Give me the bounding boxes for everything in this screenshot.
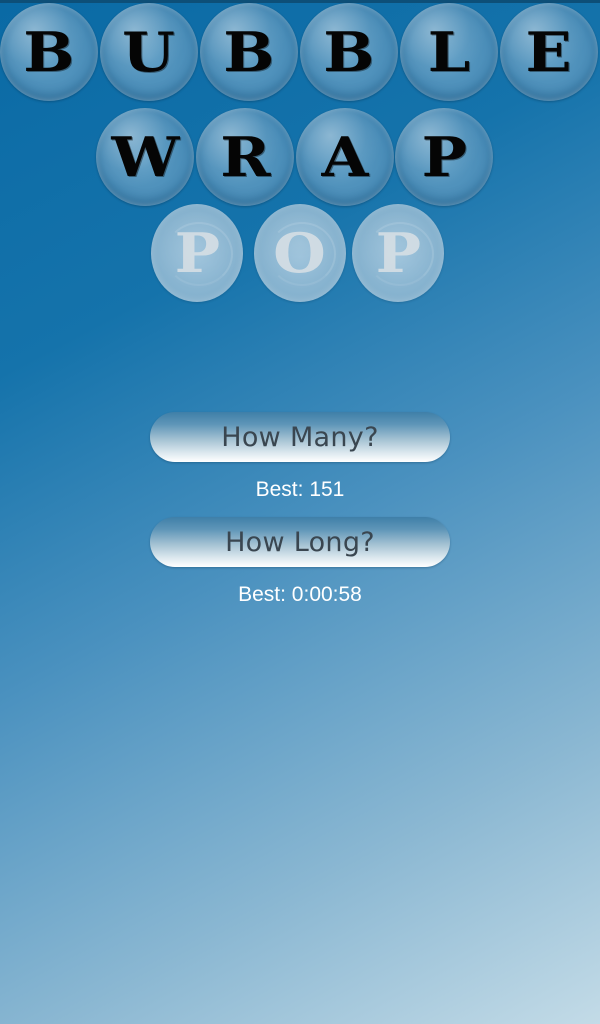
popped-title-bubble: P: [151, 204, 243, 302]
title-letter: E: [525, 20, 573, 84]
how-long-best-time: Best: 0:00:58: [238, 583, 362, 606]
status-strip: [0, 0, 600, 3]
title-letter: P: [421, 125, 467, 189]
title-bubble: L: [400, 3, 498, 101]
title-bubble: B: [0, 3, 98, 101]
title-letter: L: [427, 20, 471, 84]
title-bubble: U: [100, 3, 198, 101]
title-letter: P: [174, 221, 220, 285]
how-many-button[interactable]: How Many?: [150, 412, 450, 462]
title-letter: B: [323, 20, 375, 84]
how-long-button[interactable]: How Long?: [150, 517, 450, 567]
title-letter: O: [273, 221, 327, 285]
title-letter: R: [219, 125, 271, 189]
title-bubble: B: [300, 3, 398, 101]
title-letter: A: [321, 125, 369, 189]
title-letter: W: [111, 125, 179, 189]
title-letter: B: [223, 20, 275, 84]
title-bubble: R: [196, 108, 294, 206]
title-letter: B: [23, 20, 75, 84]
title-letter: U: [122, 20, 176, 84]
title-bubble: P: [395, 108, 493, 206]
title-bubble: E: [500, 3, 598, 101]
popped-title-bubble: O: [254, 204, 346, 302]
title-letter: P: [375, 221, 421, 285]
title-bubble: W: [96, 108, 194, 206]
how-many-best-score: Best: 151: [255, 478, 345, 501]
popped-title-bubble: P: [352, 204, 444, 302]
title-bubble: A: [296, 108, 394, 206]
title-bubble: B: [200, 3, 298, 101]
